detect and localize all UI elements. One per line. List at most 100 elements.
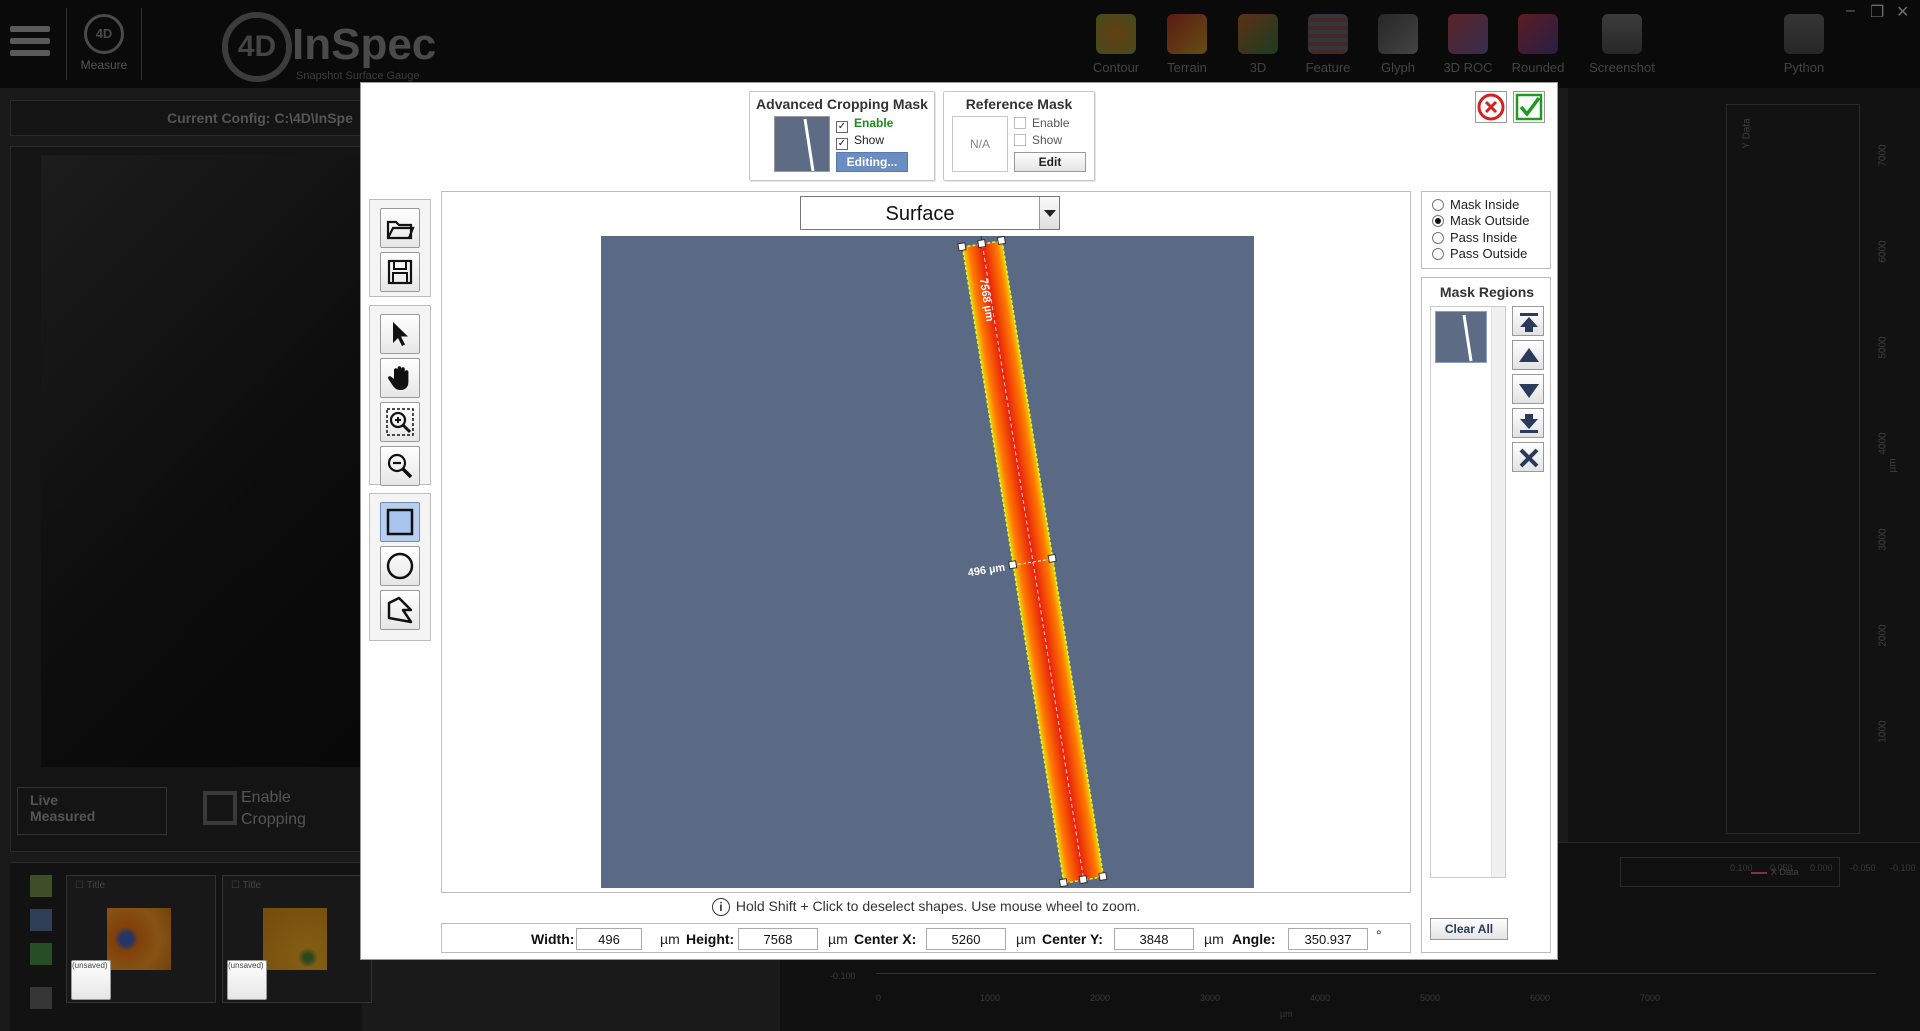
hint-text: Hold Shift + Click to deselect shapes. U… bbox=[735, 898, 1141, 914]
folder-icon[interactable] bbox=[30, 875, 52, 897]
glyph-icon bbox=[1378, 14, 1418, 54]
accept-button[interactable] bbox=[1513, 91, 1545, 123]
live-measured-toggle[interactable]: Live Measured bbox=[17, 787, 167, 835]
select-tool-button[interactable] bbox=[380, 314, 420, 354]
angle-input[interactable] bbox=[1288, 928, 1368, 950]
3d-roc-button[interactable]: 3D ROC bbox=[1436, 14, 1500, 75]
reference-show-checkbox[interactable]: Show bbox=[1014, 133, 1062, 147]
mask-outside-radio[interactable]: Mask Outside bbox=[1432, 213, 1529, 228]
tool-label: Screenshot bbox=[1589, 60, 1655, 75]
mask-rectangle[interactable]: 7568 µm 496 µm bbox=[914, 225, 1108, 888]
open-mask-button[interactable] bbox=[380, 208, 420, 248]
chevron-down-icon[interactable] bbox=[1039, 197, 1059, 229]
screenshot-button[interactable]: Screenshot bbox=[1584, 14, 1660, 75]
feature-button[interactable]: Feature bbox=[1296, 14, 1360, 75]
polygon-tool-button[interactable] bbox=[380, 590, 420, 630]
rounded-button[interactable]: Rounded bbox=[1506, 14, 1570, 75]
surface-plot[interactable]: 7568 µm 496 µm bbox=[601, 225, 1254, 888]
surface-view-select[interactable]: Surface bbox=[800, 196, 1060, 230]
height-input[interactable] bbox=[738, 928, 818, 950]
delete-region-button[interactable] bbox=[1512, 442, 1544, 472]
mask-stripe-preview bbox=[803, 118, 815, 172]
logo-badge: 4D bbox=[222, 12, 292, 82]
ellipse-tool-button[interactable] bbox=[380, 546, 420, 586]
measured-label: Measured bbox=[30, 808, 96, 824]
width-input[interactable] bbox=[576, 928, 642, 950]
pass-outside-label: Pass Outside bbox=[1450, 246, 1528, 261]
y-profile-plot bbox=[1726, 104, 1860, 834]
camera-view bbox=[41, 155, 363, 767]
enable-cropping-label-2: Cropping bbox=[241, 811, 306, 828]
folder-open-icon bbox=[386, 220, 415, 240]
resize-handle-bl[interactable] bbox=[1058, 878, 1068, 888]
center-x-input[interactable] bbox=[926, 928, 1006, 950]
printer-icon bbox=[1602, 14, 1642, 54]
surface-stripe-overlay[interactable]: 7568 µm 496 µm bbox=[601, 225, 1254, 888]
mask-region-item[interactable] bbox=[1435, 311, 1487, 363]
logo-tagline: Snapshot Surface Gauge bbox=[296, 70, 420, 82]
enable-cropping-toggle[interactable]: Enable Cropping bbox=[203, 787, 306, 831]
resize-handle-left[interactable] bbox=[1008, 560, 1018, 570]
measurement-thumbnails: ☐ Title (unsaved) ☐ Title (unsaved) bbox=[10, 862, 372, 1031]
pass-inside-radio[interactable]: Pass Inside bbox=[1432, 230, 1517, 245]
thumbnail-card[interactable]: ☐ Title (unsaved) bbox=[222, 875, 372, 1003]
trash-icon[interactable] bbox=[30, 987, 52, 1009]
mask-outside-label: Mask Outside bbox=[1450, 213, 1530, 228]
minimize-icon[interactable]: – bbox=[1846, 2, 1855, 20]
mask-regions-list[interactable] bbox=[1430, 306, 1506, 878]
glyph-button[interactable]: Glyph bbox=[1366, 14, 1430, 75]
resize-handle-tr[interactable] bbox=[996, 235, 1007, 246]
reference-preview: N/A bbox=[952, 116, 1008, 172]
reference-edit-button[interactable]: Edit bbox=[1014, 152, 1086, 172]
zoom-region-button[interactable] bbox=[380, 402, 420, 442]
python-button[interactable]: Python bbox=[1772, 14, 1836, 75]
resize-handle-top[interactable] bbox=[977, 239, 987, 249]
resize-handle-br[interactable] bbox=[1098, 871, 1108, 881]
pass-outside-radio[interactable]: Pass Outside bbox=[1432, 246, 1527, 261]
mask-inside-radio[interactable]: Mask Inside bbox=[1432, 197, 1519, 212]
maximize-icon[interactable]: ❐ bbox=[1870, 2, 1884, 22]
pan-tool-button[interactable] bbox=[380, 358, 420, 398]
move-up-button[interactable] bbox=[1512, 340, 1544, 370]
y-tick: 5000 bbox=[1877, 336, 1889, 359]
cropping-mask-dialog: Advanced Cropping Mask ✓ Enable ✓ Show Edi… bbox=[360, 82, 1558, 960]
resize-handle-tl[interactable] bbox=[957, 242, 967, 252]
contour-button[interactable]: Contour bbox=[1084, 14, 1148, 75]
x-legend: X Data bbox=[1620, 857, 1840, 887]
window-close-icon[interactable]: ✕ bbox=[1896, 2, 1909, 22]
value-tick: -0.100 bbox=[1890, 863, 1916, 873]
measure-button[interactable]: 4D Measure bbox=[66, 8, 142, 80]
move-to-top-button[interactable] bbox=[1512, 306, 1544, 336]
thumbnail-card[interactable]: ☐ Title (unsaved) bbox=[66, 875, 216, 1003]
center-x-unit: µm bbox=[1016, 931, 1036, 947]
cancel-button[interactable] bbox=[1475, 91, 1507, 123]
advanced-show-checkbox[interactable]: ✓ Show bbox=[836, 133, 884, 150]
x-tick: 0 bbox=[876, 993, 882, 1003]
python-icon bbox=[1784, 14, 1824, 54]
info-icon: i bbox=[711, 898, 730, 916]
move-down-button[interactable] bbox=[1512, 374, 1544, 404]
y-tick: 4000 bbox=[1877, 432, 1889, 455]
angle-unit: ° bbox=[1376, 927, 1382, 943]
reference-enable-checkbox[interactable]: Enable bbox=[1014, 116, 1069, 130]
3d-button[interactable]: 3D bbox=[1226, 14, 1290, 75]
move-to-bottom-button[interactable] bbox=[1512, 408, 1544, 438]
clear-all-button[interactable]: Clear All bbox=[1430, 918, 1508, 940]
rectangle-tool-button[interactable] bbox=[380, 502, 420, 542]
save-mask-button[interactable] bbox=[380, 252, 420, 292]
tool-label: Feature bbox=[1305, 60, 1351, 75]
terrain-button[interactable]: Terrain bbox=[1155, 14, 1219, 75]
pass-inside-label: Pass Inside bbox=[1450, 230, 1518, 245]
resize-handle-right[interactable] bbox=[1047, 553, 1057, 564]
zoom-out-button[interactable] bbox=[380, 446, 420, 486]
check-icon[interactable] bbox=[30, 943, 52, 965]
checkbox-box bbox=[1014, 117, 1026, 129]
hamburger-menu-icon[interactable] bbox=[10, 26, 50, 62]
center-y-input[interactable] bbox=[1114, 928, 1194, 950]
regions-scrollbar[interactable] bbox=[1491, 307, 1505, 877]
editing-button[interactable]: Editing... bbox=[836, 152, 908, 172]
resize-handle-bottom[interactable] bbox=[1078, 874, 1088, 885]
reference-enable-label: Enable bbox=[1032, 116, 1070, 130]
save-icon[interactable] bbox=[30, 909, 52, 931]
advanced-enable-checkbox[interactable]: ✓ Enable bbox=[836, 116, 893, 133]
